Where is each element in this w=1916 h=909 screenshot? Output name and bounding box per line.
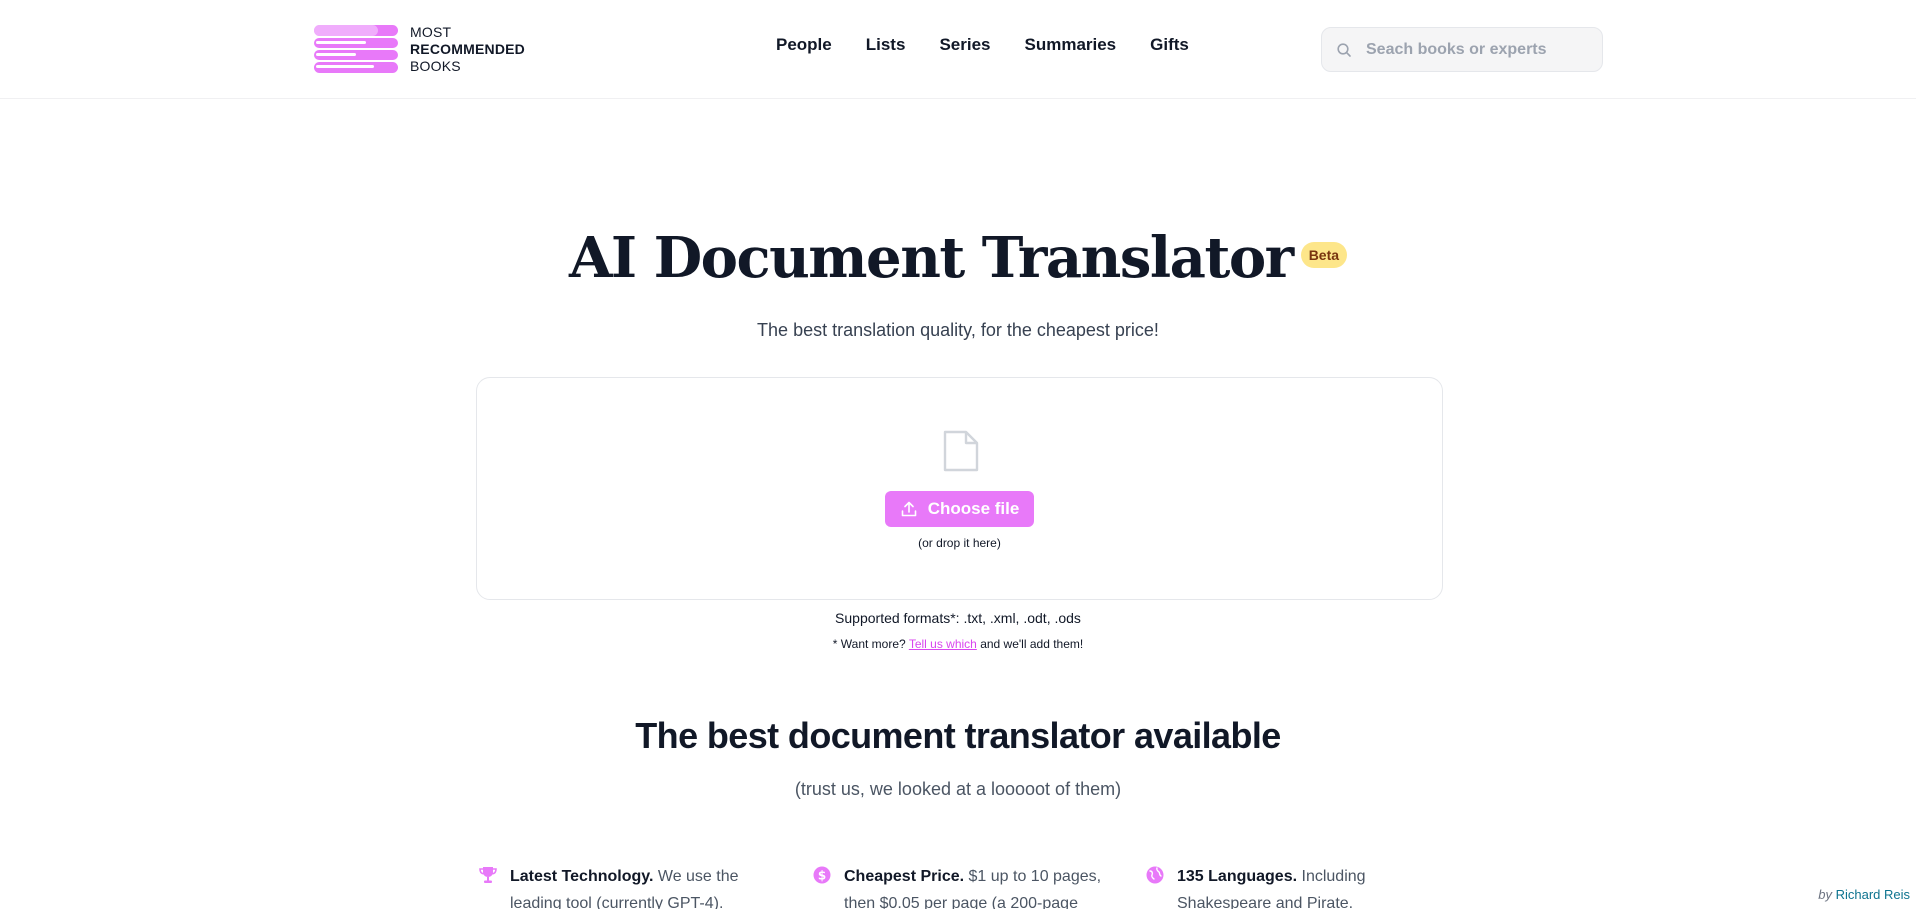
- logo-line-most: MOST: [410, 23, 452, 40]
- choose-file-label: Choose file: [927, 499, 1020, 518]
- page-subtitle: The best translation quality, for the ch…: [757, 320, 1159, 340]
- logo-line-books: BOOKS: [410, 57, 461, 74]
- search-input[interactable]: [1364, 39, 1584, 60]
- search-box[interactable]: [1321, 27, 1603, 72]
- books-stack-icon: [314, 25, 398, 73]
- site-header: MOST RECOMMENDED BOOKS People Lists Seri…: [0, 0, 1916, 99]
- credit-by: by: [1818, 887, 1832, 902]
- document-icon: [943, 430, 979, 472]
- feature-text: Cheapest Price. $1 up to 10 pages, then …: [844, 863, 1102, 909]
- section-title: The best document translator available: [635, 715, 1281, 756]
- credit-author-link[interactable]: Richard Reis: [1836, 887, 1910, 902]
- trophy-icon: [479, 867, 497, 883]
- feature-text: Latest Technology. We use the leading to…: [510, 863, 768, 909]
- supported-formats: Supported formats*: .txt, .xml, .odt, .o…: [835, 610, 1081, 626]
- logo-wordmark: MOST RECOMMENDED BOOKS: [410, 24, 525, 75]
- drop-hint: (or drop it here): [918, 536, 1001, 550]
- search-icon: [1337, 42, 1351, 57]
- nav-lists[interactable]: Lists: [866, 34, 906, 56]
- feature-item: $ Cheapest Price. $1 up to 10 pages, the…: [812, 863, 1102, 909]
- feature-title: Cheapest Price.: [844, 868, 965, 885]
- logo-line-recommended: RECOMMENDED: [410, 40, 525, 57]
- nav-people[interactable]: People: [776, 34, 832, 56]
- page-title: AI Document Translator: [568, 225, 1294, 291]
- choose-file-button[interactable]: Choose file: [885, 491, 1034, 527]
- feature-text: 135 Languages. Including Shakespeare and…: [1177, 863, 1435, 909]
- feature-item: 135 Languages. Including Shakespeare and…: [1145, 863, 1435, 909]
- want-more-note: * Want more? Tell us which and we'll add…: [0, 636, 1916, 652]
- site-logo[interactable]: MOST RECOMMENDED BOOKS: [314, 24, 534, 74]
- globe-icon: [1146, 866, 1164, 884]
- upload-dropzone[interactable]: Choose file (or drop it here): [476, 377, 1443, 600]
- nav-series[interactable]: Series: [939, 34, 990, 56]
- features-list: Latest Technology. We use the leading to…: [478, 863, 1478, 909]
- main-nav: People Lists Series Summaries Gifts: [776, 34, 1189, 56]
- want-more-prefix: * Want more?: [832, 637, 906, 651]
- hero-title-row: AI Document Translator Beta: [0, 222, 1916, 294]
- nav-summaries[interactable]: Summaries: [1024, 34, 1116, 56]
- feature-title: 135 Languages.: [1177, 868, 1298, 885]
- beta-badge: Beta: [1300, 242, 1348, 268]
- svg-text:$: $: [818, 869, 826, 883]
- dollar-icon: $: [813, 866, 831, 884]
- tell-us-which-link[interactable]: Tell us which: [909, 637, 977, 651]
- nav-gifts[interactable]: Gifts: [1150, 34, 1189, 56]
- upload-icon: [901, 501, 916, 517]
- feature-item: Latest Technology. We use the leading to…: [478, 863, 768, 909]
- author-credit: by Richard Reis: [1818, 886, 1910, 904]
- feature-title: Latest Technology.: [510, 868, 654, 885]
- want-more-suffix: and we'll add them!: [980, 637, 1084, 651]
- section-subtitle: (trust us, we looked at a looooot of the…: [794, 779, 1122, 799]
